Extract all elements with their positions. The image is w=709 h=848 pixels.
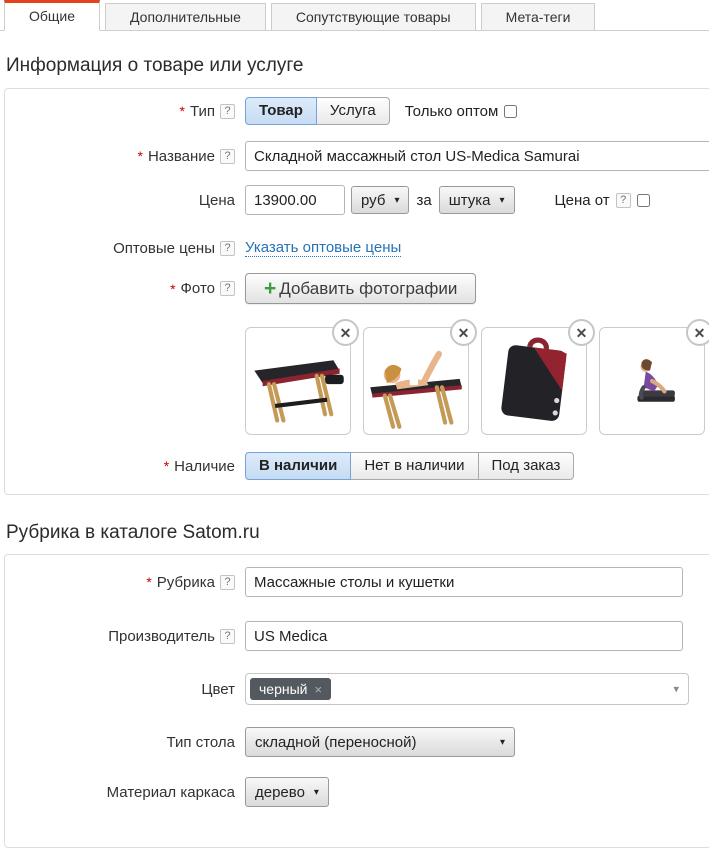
field-row-frame-material: Материал каркаса дерево ▾	[5, 777, 709, 807]
section-heading-product-info: Информация о товаре или услуге	[6, 55, 709, 77]
field-row-manufacturer: Производитель ?	[5, 621, 709, 651]
type-label: * Тип ?	[5, 103, 235, 120]
color-label: Цвет	[5, 681, 235, 698]
help-icon[interactable]: ?	[220, 149, 235, 164]
type-product-button[interactable]: Товар	[245, 97, 317, 125]
carry-case-photo	[482, 328, 586, 434]
help-icon[interactable]: ?	[220, 629, 235, 644]
table-type-select[interactable]: складной (переносной) ▾	[245, 727, 515, 757]
availability-on-order-button[interactable]: Под заказ	[478, 452, 575, 480]
delete-photo-icon[interactable]: ✕	[568, 319, 595, 346]
price-from-checkbox[interactable]	[637, 194, 650, 207]
currency-select[interactable]: руб ▾	[351, 186, 409, 214]
delete-photo-icon[interactable]: ✕	[686, 319, 709, 346]
rubric-input[interactable]	[245, 567, 683, 597]
required-asterisk: *	[164, 458, 169, 474]
required-asterisk: *	[138, 148, 143, 164]
help-icon[interactable]: ?	[220, 575, 235, 590]
delete-photo-icon[interactable]: ✕	[450, 319, 477, 346]
unit-select[interactable]: штука ▾	[439, 186, 515, 214]
price-from-label: Цена от	[555, 192, 610, 209]
delete-photo-icon[interactable]: ✕	[332, 319, 359, 346]
field-row-type: * Тип ? Товар Услуга Только оптом	[5, 97, 709, 125]
name-label: * Название ?	[5, 148, 235, 165]
field-row-rubric: * Рубрика ?	[5, 567, 709, 597]
required-asterisk: *	[180, 103, 185, 119]
availability-label: * Наличие	[5, 458, 235, 475]
table-type-label: Тип стола	[5, 734, 235, 751]
wholesale-only-label: Только оптом	[405, 103, 499, 120]
product-info-panel: * Тип ? Товар Услуга Только оптом * Назв…	[4, 88, 709, 495]
remove-tag-icon[interactable]: ×	[314, 683, 322, 696]
field-row-table-type: Тип стола складной (переносной) ▾	[5, 727, 709, 757]
required-asterisk: *	[146, 574, 151, 590]
tab-bar: Общие Дополнительные Сопутствующие товар…	[0, 0, 709, 31]
tab-meta-tags[interactable]: Мета-теги	[481, 3, 596, 30]
availability-out-of-stock-button[interactable]: Нет в наличии	[350, 452, 478, 480]
help-icon[interactable]: ?	[220, 241, 235, 256]
availability-in-stock-button[interactable]: В наличии	[245, 452, 351, 480]
photo-thumbnail-4[interactable]: ✕	[599, 327, 705, 435]
rubric-label: * Рубрика ?	[5, 574, 235, 591]
manufacturer-label: Производитель ?	[5, 628, 235, 645]
frame-material-select[interactable]: дерево ▾	[245, 777, 329, 807]
tab-additional[interactable]: Дополнительные	[105, 3, 266, 30]
chevron-down-icon: ▾	[500, 737, 505, 748]
type-service-button[interactable]: Услуга	[316, 97, 390, 125]
chevron-down-icon: ▾	[394, 195, 399, 206]
folding-table-photo	[600, 328, 704, 434]
massage-table-side-photo	[246, 328, 350, 434]
color-multiselect[interactable]: черный × ▾	[245, 673, 689, 705]
wholesale-only-checkbox[interactable]	[504, 105, 517, 118]
help-icon[interactable]: ?	[220, 104, 235, 119]
price-input[interactable]	[245, 185, 345, 215]
field-row-name: * Название ?	[5, 141, 709, 171]
field-row-wholesale-prices: Оптовые цены ? Указать оптовые цены	[5, 239, 709, 257]
color-tag: черный ×	[250, 678, 331, 700]
required-asterisk: *	[170, 281, 175, 297]
catalog-panel: * Рубрика ? Производитель ? Цвет черный …	[4, 554, 709, 848]
field-row-availability: * Наличие В наличии Нет в наличии Под за…	[5, 452, 709, 480]
name-input[interactable]	[245, 141, 709, 171]
tab-general[interactable]: Общие	[4, 0, 100, 31]
tab-related-products[interactable]: Сопутствующие товары	[271, 3, 476, 30]
add-photos-button[interactable]: + Добавить фотографии	[245, 273, 476, 304]
set-wholesale-prices-link[interactable]: Указать оптовые цены	[245, 239, 401, 257]
photo-thumbnail-3[interactable]: ✕	[481, 327, 587, 435]
frame-material-label: Материал каркаса	[5, 784, 235, 801]
chevron-down-icon[interactable]: ▾	[673, 683, 679, 696]
plus-icon: +	[264, 278, 276, 299]
per-label: за	[416, 192, 431, 209]
photo-thumbnail-1[interactable]: ✕	[245, 327, 351, 435]
photo-thumbnails-row: ✕ ✕	[5, 320, 709, 435]
field-row-color: Цвет черный × ▾	[5, 673, 709, 705]
wholesale-prices-label: Оптовые цены ?	[5, 240, 235, 257]
section-heading-catalog: Рубрика в каталоге Satom.ru	[6, 522, 709, 544]
availability-toggle-group: В наличии Нет в наличии Под заказ	[245, 452, 574, 480]
chevron-down-icon: ▾	[314, 787, 319, 798]
field-row-price: Цена руб ▾ за штука ▾ Цена от ?	[5, 185, 709, 215]
manufacturer-input[interactable]	[245, 621, 683, 651]
model-on-table-photo	[364, 328, 468, 434]
chevron-down-icon: ▾	[500, 195, 505, 206]
type-toggle-group: Товар Услуга	[245, 97, 390, 125]
help-icon[interactable]: ?	[616, 193, 631, 208]
help-icon[interactable]: ?	[220, 281, 235, 296]
price-label: Цена	[5, 192, 235, 209]
photo-label: * Фото ?	[5, 280, 235, 297]
field-row-photo: * Фото ? + Добавить фотографии	[5, 273, 709, 304]
photo-thumbnail-2[interactable]: ✕	[363, 327, 469, 435]
